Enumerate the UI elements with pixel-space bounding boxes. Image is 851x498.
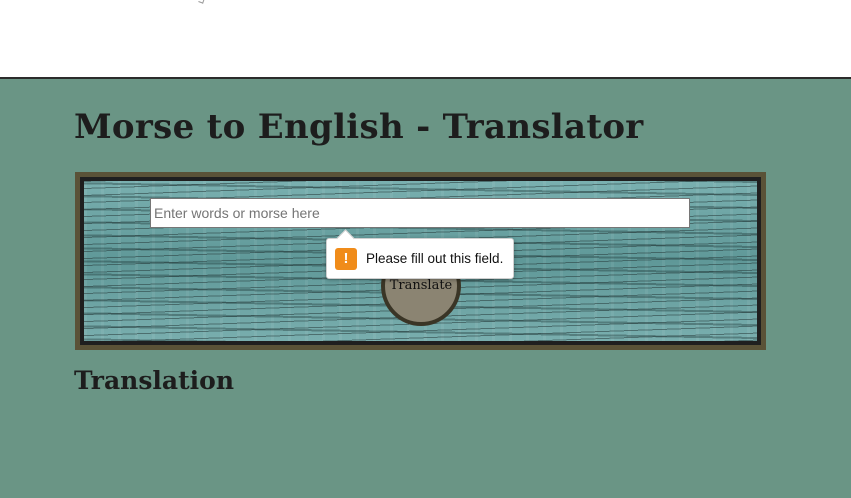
warning-icon: ! xyxy=(335,247,357,270)
top-blank-area xyxy=(0,0,851,77)
validation-tooltip: ! Please fill out this field. xyxy=(326,229,514,279)
validation-message: Please fill out this field. xyxy=(366,251,504,266)
top-cursor-fragment xyxy=(198,0,205,4)
morse-text-input[interactable] xyxy=(150,198,690,228)
translator-page: Morse to English - Translator Translate … xyxy=(0,77,851,498)
page-title: Morse to English - Translator xyxy=(74,107,644,147)
translation-heading: Translation xyxy=(74,366,234,395)
